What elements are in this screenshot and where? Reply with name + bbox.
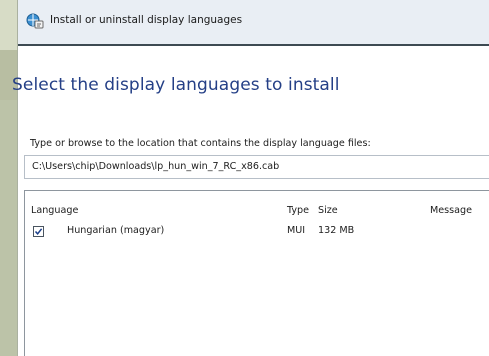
table-row[interactable]: Hungarian (magyar) MUI 132 MB [25,225,489,243]
path-instruction: Type or browse to the location that cont… [30,138,371,149]
column-header-language[interactable]: Language [31,205,78,216]
column-header-type[interactable]: Type [287,205,309,216]
language-globe-icon [26,12,44,30]
titlebar: Install or uninstall display languages [18,0,489,44]
language-checkbox[interactable] [33,226,44,237]
column-header-size[interactable]: Size [318,205,338,216]
path-value: C:\Users\chip\Downloads\lp_hun_win_7_RC_… [32,161,280,172]
language-list[interactable]: Language Type Size Message Hungarian (ma… [24,190,489,356]
language-file-path-input[interactable]: C:\Users\chip\Downloads\lp_hun_win_7_RC_… [24,155,489,179]
window-title: Install or uninstall display languages [50,14,243,26]
column-header-message[interactable]: Message [430,205,472,216]
page-heading: Select the display languages to install [12,75,340,95]
titlebar-divider [18,44,489,46]
language-size: 132 MB [318,225,355,236]
checkmark-icon [34,228,43,235]
language-type: MUI [287,225,306,236]
language-name: Hungarian (magyar) [67,225,165,236]
